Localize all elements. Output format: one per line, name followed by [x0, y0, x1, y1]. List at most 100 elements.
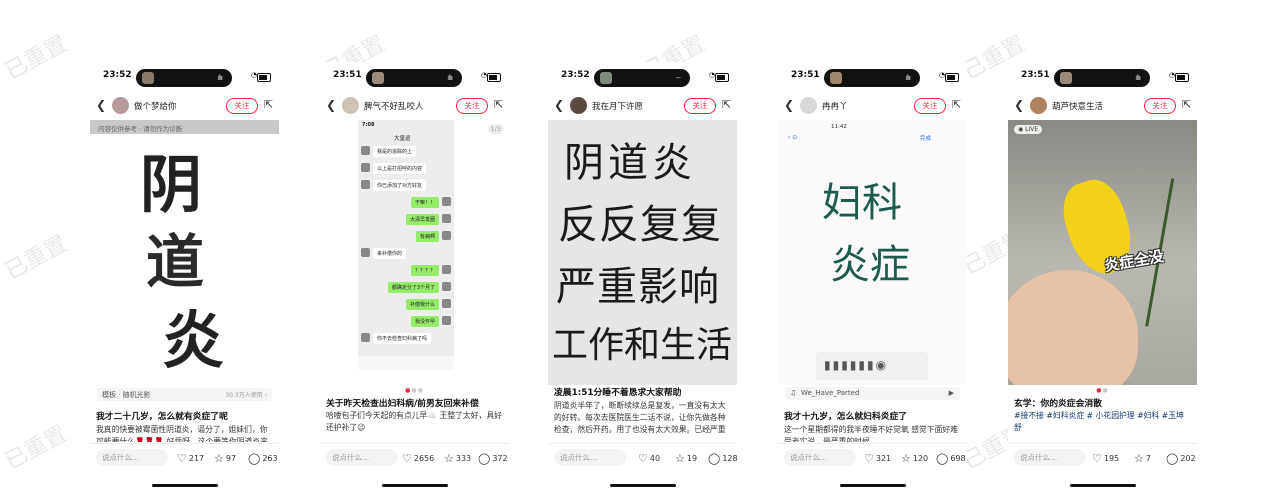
chat-avatar: [361, 146, 370, 155]
comment-input[interactable]: 说点什么...: [326, 449, 398, 466]
music-title: We_Have_Parted: [801, 389, 860, 397]
share-icon[interactable]: ⇱: [264, 98, 273, 111]
post-image[interactable]: 7:08 大皇巡 我是的追踪的上 以上是打招呼的内容 你已添加了对方好友 干嘛！！ 大清…: [320, 120, 509, 385]
follow-button[interactable]: 关注: [684, 98, 716, 114]
note-undo-icon[interactable]: ‹ ⊙: [788, 134, 797, 141]
chat-avatar: [442, 214, 451, 223]
comment-input[interactable]: 说点什么...: [96, 449, 168, 466]
like-button[interactable]: ♡ 40: [638, 452, 660, 465]
collect-button[interactable]: ☆ 19: [675, 452, 697, 465]
chevron-left-icon[interactable]: ❮: [554, 98, 564, 112]
comment-button[interactable]: ◯ 128: [708, 452, 737, 465]
avatar[interactable]: [342, 97, 359, 114]
chat-bubble: 你已添加了对方好友: [373, 180, 427, 191]
collect-count: 120: [912, 454, 929, 463]
collect-button[interactable]: ☆ 333: [444, 452, 471, 465]
now-playing-thumb: [600, 72, 612, 84]
post-body: 这一个星期都得的我半夜睡不好觉氧 感觉下面好难受老实说，最严重的时候: [784, 425, 959, 442]
star-icon: ☆: [214, 452, 224, 465]
phone-screen-2: 23:51 ıllıı ◔ ❮ 脾气不好乱咬人 关注 ⇱ 7:08 大皇巡 我是…: [320, 62, 509, 490]
audio-wave-icon: -·-: [675, 74, 681, 82]
chat-time: 7:08: [362, 122, 375, 128]
comment-input[interactable]: 说点什么...: [1014, 449, 1086, 466]
music-bar[interactable]: ♫ We_Have_Parted ▶: [785, 387, 960, 400]
chevron-left-icon[interactable]: ❮: [326, 98, 336, 112]
collect-button[interactable]: ☆ 7: [1134, 452, 1151, 465]
dynamic-island: ıllıı: [824, 69, 920, 87]
like-button[interactable]: ♡ 2656: [402, 452, 434, 465]
share-icon[interactable]: ⇱: [722, 98, 731, 111]
carousel-dots: ●●: [1096, 387, 1109, 394]
comment-button[interactable]: ◯ 263: [248, 452, 278, 465]
pen-toolbar[interactable]: ▮▮▮▮▮▮◉: [816, 352, 928, 380]
heart-icon: ♡: [402, 452, 412, 465]
template-bar[interactable]: 模板 · 随机光影 30.3万人使用 ›: [97, 388, 272, 401]
comment-button[interactable]: ◯ 698: [936, 452, 966, 465]
post-image[interactable]: 11:42 ‹ ⊙ 完成 妇科 炎症 ▮▮▮▮▮▮◉: [778, 120, 967, 385]
chevron-left-icon[interactable]: ❮: [1014, 98, 1024, 112]
comment-button[interactable]: ◯ 372: [478, 452, 508, 465]
like-count: 2656: [413, 454, 435, 463]
dynamic-island: ıllıı: [1054, 69, 1150, 87]
star-icon: ☆: [1134, 452, 1144, 465]
follow-button[interactable]: 关注: [1144, 98, 1176, 114]
comment-icon: ◯: [248, 452, 261, 465]
post-image[interactable]: 内容仅供参考 · 请勿作为诊断 阴 道 炎: [90, 120, 279, 385]
status-bar: 23:52 -·- ◔: [548, 69, 737, 87]
follow-button[interactable]: 关注: [456, 98, 488, 114]
avatar[interactable]: [112, 97, 129, 114]
dynamic-island: -·-: [594, 69, 690, 87]
collect-count: 19: [686, 454, 698, 463]
comment-input[interactable]: 说点什么...: [784, 449, 856, 466]
chat-input-bar: [358, 356, 454, 370]
post-title: 凌晨1:51分睡不着恳求大家帮助: [554, 388, 682, 398]
share-icon[interactable]: ⇱: [1182, 98, 1191, 111]
phone-screen-1: 23:52 ıllıı ◔ ❮ 做个梦给你 关注 ⇱ 内容仅供参考 · 请勿作为…: [90, 62, 279, 490]
like-button[interactable]: ♡ 195: [1092, 452, 1119, 465]
comment-count: 263: [262, 454, 278, 463]
template-label: 模板 · 随机光影: [102, 391, 151, 399]
author-name[interactable]: 葫芦快意生活: [1052, 100, 1103, 112]
chevron-left-icon[interactable]: ❮: [784, 98, 794, 112]
follow-button[interactable]: 关注: [226, 98, 258, 114]
author-name[interactable]: 做个梦给你: [134, 100, 177, 112]
like-button[interactable]: ♡ 321: [864, 452, 891, 465]
avatar[interactable]: [1030, 97, 1047, 114]
page-indicator: 1/3: [487, 124, 504, 134]
status-bar: 23:51 ıllıı ◔: [778, 69, 967, 87]
collect-button[interactable]: ☆ 120: [901, 452, 928, 465]
chevron-left-icon[interactable]: ❮: [96, 98, 106, 112]
author-name[interactable]: 我在月下许愿: [592, 100, 643, 112]
post-title: 我才十九岁，怎么就妇科炎症了: [784, 412, 908, 422]
author-name[interactable]: 脾气不好乱咬人: [364, 100, 424, 112]
like-button[interactable]: ♡ 217: [177, 452, 204, 465]
share-icon[interactable]: ⇱: [952, 98, 961, 111]
phone-screen-5: 23:51 ıllıı ◔ ❮ 葫芦快意生活 关注 ⇱ ◉ LIVE 炎症全没 …: [1008, 62, 1197, 490]
note-done-button[interactable]: 完成: [920, 134, 931, 142]
action-bar: 说点什么... ♡ 321 ☆ 120 ◯ 698: [778, 443, 967, 470]
follow-button[interactable]: 关注: [914, 98, 946, 114]
post-title: 关于昨天检查出妇科病/前男友回来补偿: [326, 399, 479, 409]
chat-bubble: ？？？？: [410, 265, 439, 276]
chat-bubble: 以上是打招呼的内容: [373, 163, 427, 174]
post-tags[interactable]: #接不接 #妇科炎症 # 小花园护理 #妇科 #玉坤舒: [1014, 410, 1191, 434]
post-image[interactable]: 阴道炎 反反复复 严重影响 工作和生活: [548, 120, 737, 385]
comment-input[interactable]: 说点什么...: [554, 449, 626, 466]
comment-count: 202: [1180, 454, 1196, 463]
handwritten-line: 阴道炎: [564, 140, 696, 186]
post-image[interactable]: ◉ LIVE 炎症全没: [1008, 120, 1197, 385]
play-icon[interactable]: ▶: [949, 389, 954, 397]
battery-icon: [257, 73, 271, 82]
now-playing-thumb: [372, 72, 384, 84]
star-icon: ☆: [675, 452, 685, 465]
avatar[interactable]: [570, 97, 587, 114]
watermark: 已重置: [1, 31, 72, 85]
now-playing-thumb: [142, 72, 154, 84]
comment-button[interactable]: ◯ 202: [1166, 452, 1196, 465]
collect-button[interactable]: ☆ 97: [214, 452, 236, 465]
heart-icon: ♡: [177, 452, 187, 465]
share-icon[interactable]: ⇱: [494, 98, 503, 111]
avatar[interactable]: [800, 97, 817, 114]
author-name[interactable]: 冉冉丫: [822, 100, 848, 112]
hand: [1008, 270, 1138, 385]
